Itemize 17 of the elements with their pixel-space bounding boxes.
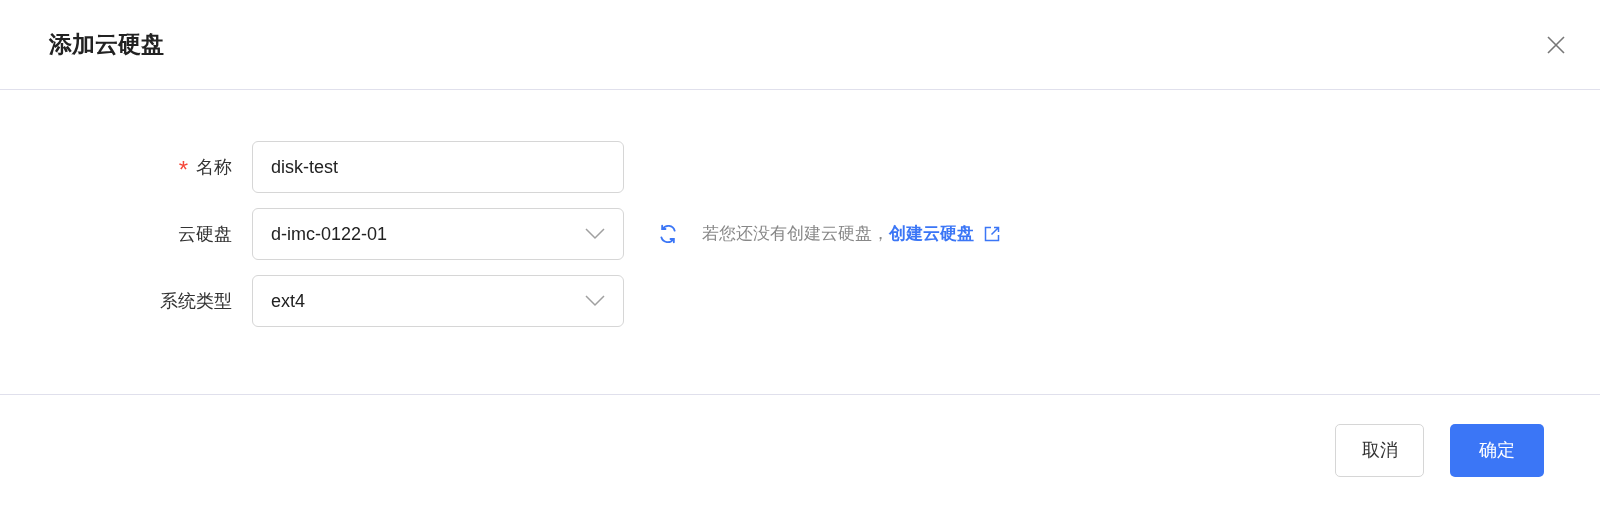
select-field[interactable]: ext4 (252, 275, 624, 327)
dialog-title: 添加云硬盘 (49, 30, 164, 60)
create-disk-link[interactable]: 创建云硬盘 (889, 221, 974, 247)
confirm-button[interactable]: 确定 (1450, 423, 1544, 477)
external-link-icon[interactable] (984, 226, 1000, 242)
field-label: 系统类型 (160, 289, 232, 313)
refresh-icon[interactable] (658, 224, 678, 244)
cancel-button[interactable]: 取消 (1335, 423, 1424, 477)
chevron-down-icon (585, 295, 605, 307)
hint-text: 若您还没有创建云硬盘， (702, 223, 889, 246)
input-field[interactable]: disk-test (252, 141, 624, 193)
select-field[interactable]: d-imc-0122-01 (252, 208, 624, 260)
required-mark: * (178, 158, 188, 182)
field-label: 名称 (196, 155, 232, 179)
field-label: 云硬盘 (178, 222, 232, 246)
chevron-down-icon (585, 228, 605, 240)
close-icon[interactable] (1546, 34, 1566, 55)
